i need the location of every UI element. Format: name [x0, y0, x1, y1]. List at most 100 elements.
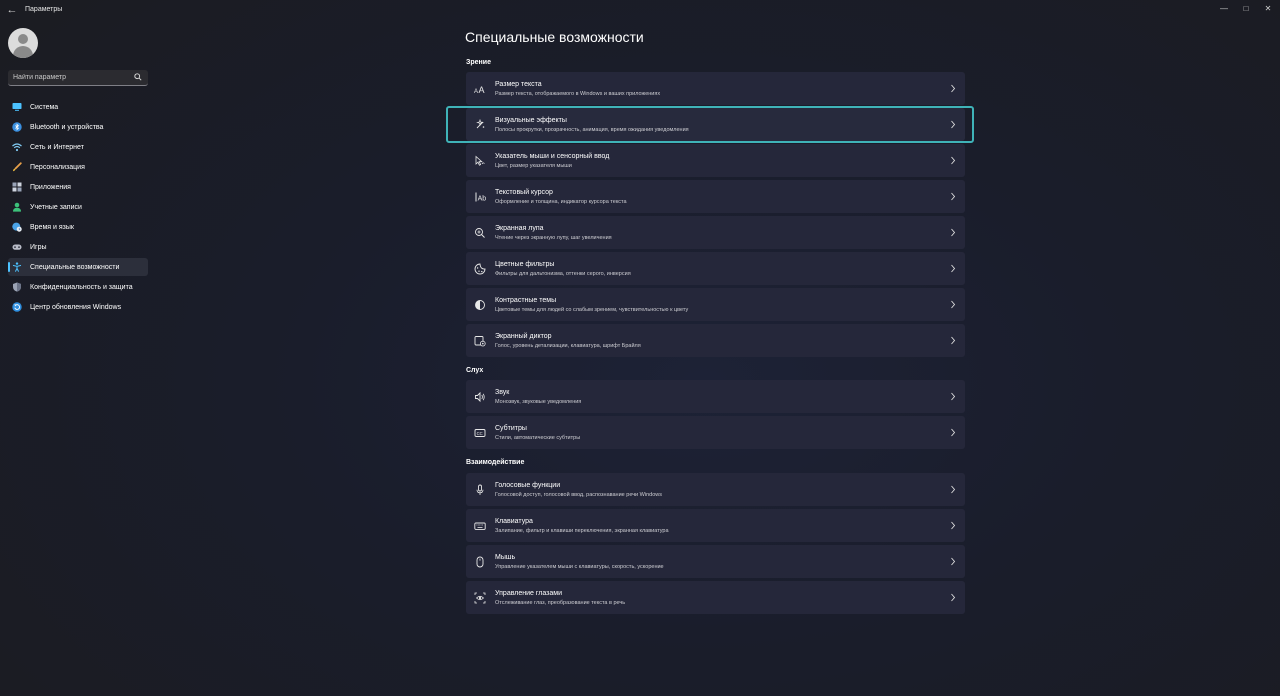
user-avatar[interactable]	[8, 28, 38, 58]
text-size-icon: AA	[474, 83, 486, 95]
card-description: Залипание, фильтр и клавиши переключения…	[495, 527, 669, 534]
chevron-right-icon	[951, 228, 956, 237]
settings-card[interactable]: A A Размер текста Размер текста, отображаем…	[466, 72, 965, 105]
maximize-button[interactable]: □	[1234, 2, 1258, 16]
eye-control-icon	[474, 592, 486, 604]
chevron-right-icon	[951, 156, 956, 165]
sidebar-item-11[interactable]: Центр обновления Windows	[8, 298, 148, 316]
avatar-head	[18, 34, 28, 44]
card-title: Субтитры	[495, 425, 527, 432]
card-title: Цветные фильтры	[495, 261, 555, 268]
card-description: Чтение через экранную лупу, шаг увеличен…	[495, 234, 612, 241]
settings-card[interactable]: Экранная лупа Чтение через экранную лупу,…	[466, 216, 965, 249]
bluetooth-icon	[12, 122, 22, 132]
contrast-icon	[474, 299, 486, 311]
chevron-right-icon	[951, 84, 956, 93]
chevron-right-icon	[951, 392, 956, 401]
sidebar-item-10[interactable]: Конфиденциальность и защита	[8, 278, 148, 296]
sidebar-item-label: Центр обновления Windows	[30, 303, 122, 311]
sidebar-item-9[interactable]: Специальные возможности	[8, 258, 148, 276]
card-description: Отслеживание глаз, преобразование текста…	[495, 599, 626, 606]
search-icon[interactable]	[134, 73, 142, 81]
settings-card[interactable]: Звук Монозвук, звуковые уведомления	[466, 380, 965, 413]
settings-card[interactable]: Экранный диктор Голос, уровень детализаци…	[466, 324, 965, 357]
title-bar: ← Параметры — □ ✕	[0, 0, 1280, 20]
back-arrow-icon[interactable]: ←	[6, 4, 18, 16]
sidebar-item-label: Время и язык	[30, 223, 74, 231]
card-title: Мышь	[495, 554, 516, 561]
sidebar-item-label: Сеть и Интернет	[30, 143, 84, 151]
update-icon	[12, 302, 22, 312]
sidebar-item-label: Учетные записи	[30, 203, 82, 211]
card-title: Контрастные темы	[495, 297, 557, 304]
card-title: Клавиатура	[495, 518, 533, 525]
close-button[interactable]: ✕	[1256, 2, 1280, 16]
sidebar-nav: Система Bluetooth и устройства Сеть и Инте…	[8, 98, 148, 318]
keyboard-icon	[474, 520, 486, 532]
card-description: Полосы прокрутки, прозрачность, анимация…	[495, 126, 689, 133]
pointer-icon	[474, 155, 486, 167]
sidebar-item-label: Система	[30, 103, 59, 111]
card-description: Цветовые темы для людей со слабым зрение…	[495, 306, 689, 313]
captions-icon: CC	[474, 427, 486, 439]
card-title: Визуальные эффекты	[495, 117, 567, 124]
settings-card[interactable]: Клавиатура Залипание, фильтр и клавиши пе…	[466, 509, 965, 542]
settings-card[interactable]: Цветные фильтры Фильтры для дальтонизма, …	[466, 252, 965, 285]
sparkle-icon	[474, 119, 486, 131]
settings-card[interactable]: Ab Текстовый курсор Оформление и толщина, …	[466, 180, 965, 213]
chevron-right-icon	[951, 593, 956, 602]
sidebar-item-label: Специальные возможности	[30, 263, 120, 271]
sidebar-item-8[interactable]: Игры	[8, 238, 148, 256]
card-description: Голос, уровень детализации, клавиатура, …	[495, 342, 641, 349]
sidebar-item-4[interactable]: Персонализация	[8, 158, 148, 176]
page-title: Специальные возможности	[465, 29, 644, 45]
svg-text:Ab: Ab	[478, 196, 486, 203]
section-title: Слух	[466, 367, 484, 374]
sidebar-item-label: Персонализация	[30, 163, 85, 171]
card-description: Управление указателем мыши с клавиатуры,…	[495, 563, 664, 570]
chevron-right-icon	[951, 336, 956, 345]
microphone-icon	[474, 484, 486, 496]
globe-clock-icon	[12, 222, 22, 232]
chevron-right-icon	[951, 300, 956, 309]
app-title: Параметры	[25, 6, 63, 13]
card-description: Монозвук, звуковые уведомления	[495, 398, 582, 405]
card-description: Стили, автоматические субтитры	[495, 434, 581, 441]
sidebar-item-1[interactable]: Система	[8, 98, 148, 116]
sidebar-item-2[interactable]: Bluetooth и устройства	[8, 118, 148, 136]
sidebar-item-3[interactable]: Сеть и Интернет	[8, 138, 148, 156]
section-title: Взаимодействие	[466, 459, 525, 466]
settings-card[interactable]: Визуальные эффекты Полосы прокрутки, проз…	[466, 108, 965, 141]
chevron-right-icon	[951, 120, 956, 129]
brush-icon	[12, 162, 22, 172]
card-description: Голосовой доступ, голосовой ввод, распоз…	[495, 491, 662, 498]
svg-text:A: A	[479, 85, 485, 95]
sidebar-item-5[interactable]: Приложения	[8, 178, 148, 196]
settings-card[interactable]: Управление глазами Отслеживание глаз, пре…	[466, 581, 965, 614]
shield-icon	[12, 282, 22, 292]
card-title: Указатель мыши и сенсорный ввод	[495, 153, 610, 160]
settings-card[interactable]: Голосовые функции Голосовой доступ, голос…	[466, 473, 965, 506]
sidebar-item-6[interactable]: Учетные записи	[8, 198, 148, 216]
text-cursor-icon: Ab	[474, 191, 486, 203]
card-title: Экранный диктор	[495, 333, 552, 340]
card-title: Размер текста	[495, 81, 542, 88]
svg-text:A: A	[474, 89, 478, 95]
minimize-button[interactable]: —	[1212, 2, 1236, 16]
card-title: Голосовые функции	[495, 482, 561, 489]
avatar-body	[13, 46, 33, 58]
chevron-right-icon	[951, 485, 956, 494]
card-title: Звук	[495, 389, 510, 396]
chevron-right-icon	[951, 264, 956, 273]
apps-icon	[12, 182, 22, 192]
sidebar-item-7[interactable]: Время и язык	[8, 218, 148, 236]
settings-card[interactable]: Указатель мыши и сенсорный ввод Цвет, раз…	[466, 144, 965, 177]
settings-card[interactable]: CC Субтитры Стили, автоматические субтитры	[466, 416, 965, 449]
sidebar-item-label: Приложения	[30, 183, 71, 191]
settings-card[interactable]: Мышь Управление указателем мыши с клавиат…	[466, 545, 965, 578]
search-box	[8, 70, 148, 86]
search-input[interactable]	[8, 70, 128, 85]
settings-card[interactable]: Контрастные темы Цветовые темы для людей …	[466, 288, 965, 321]
chevron-right-icon	[951, 557, 956, 566]
narrator-icon	[474, 335, 486, 347]
